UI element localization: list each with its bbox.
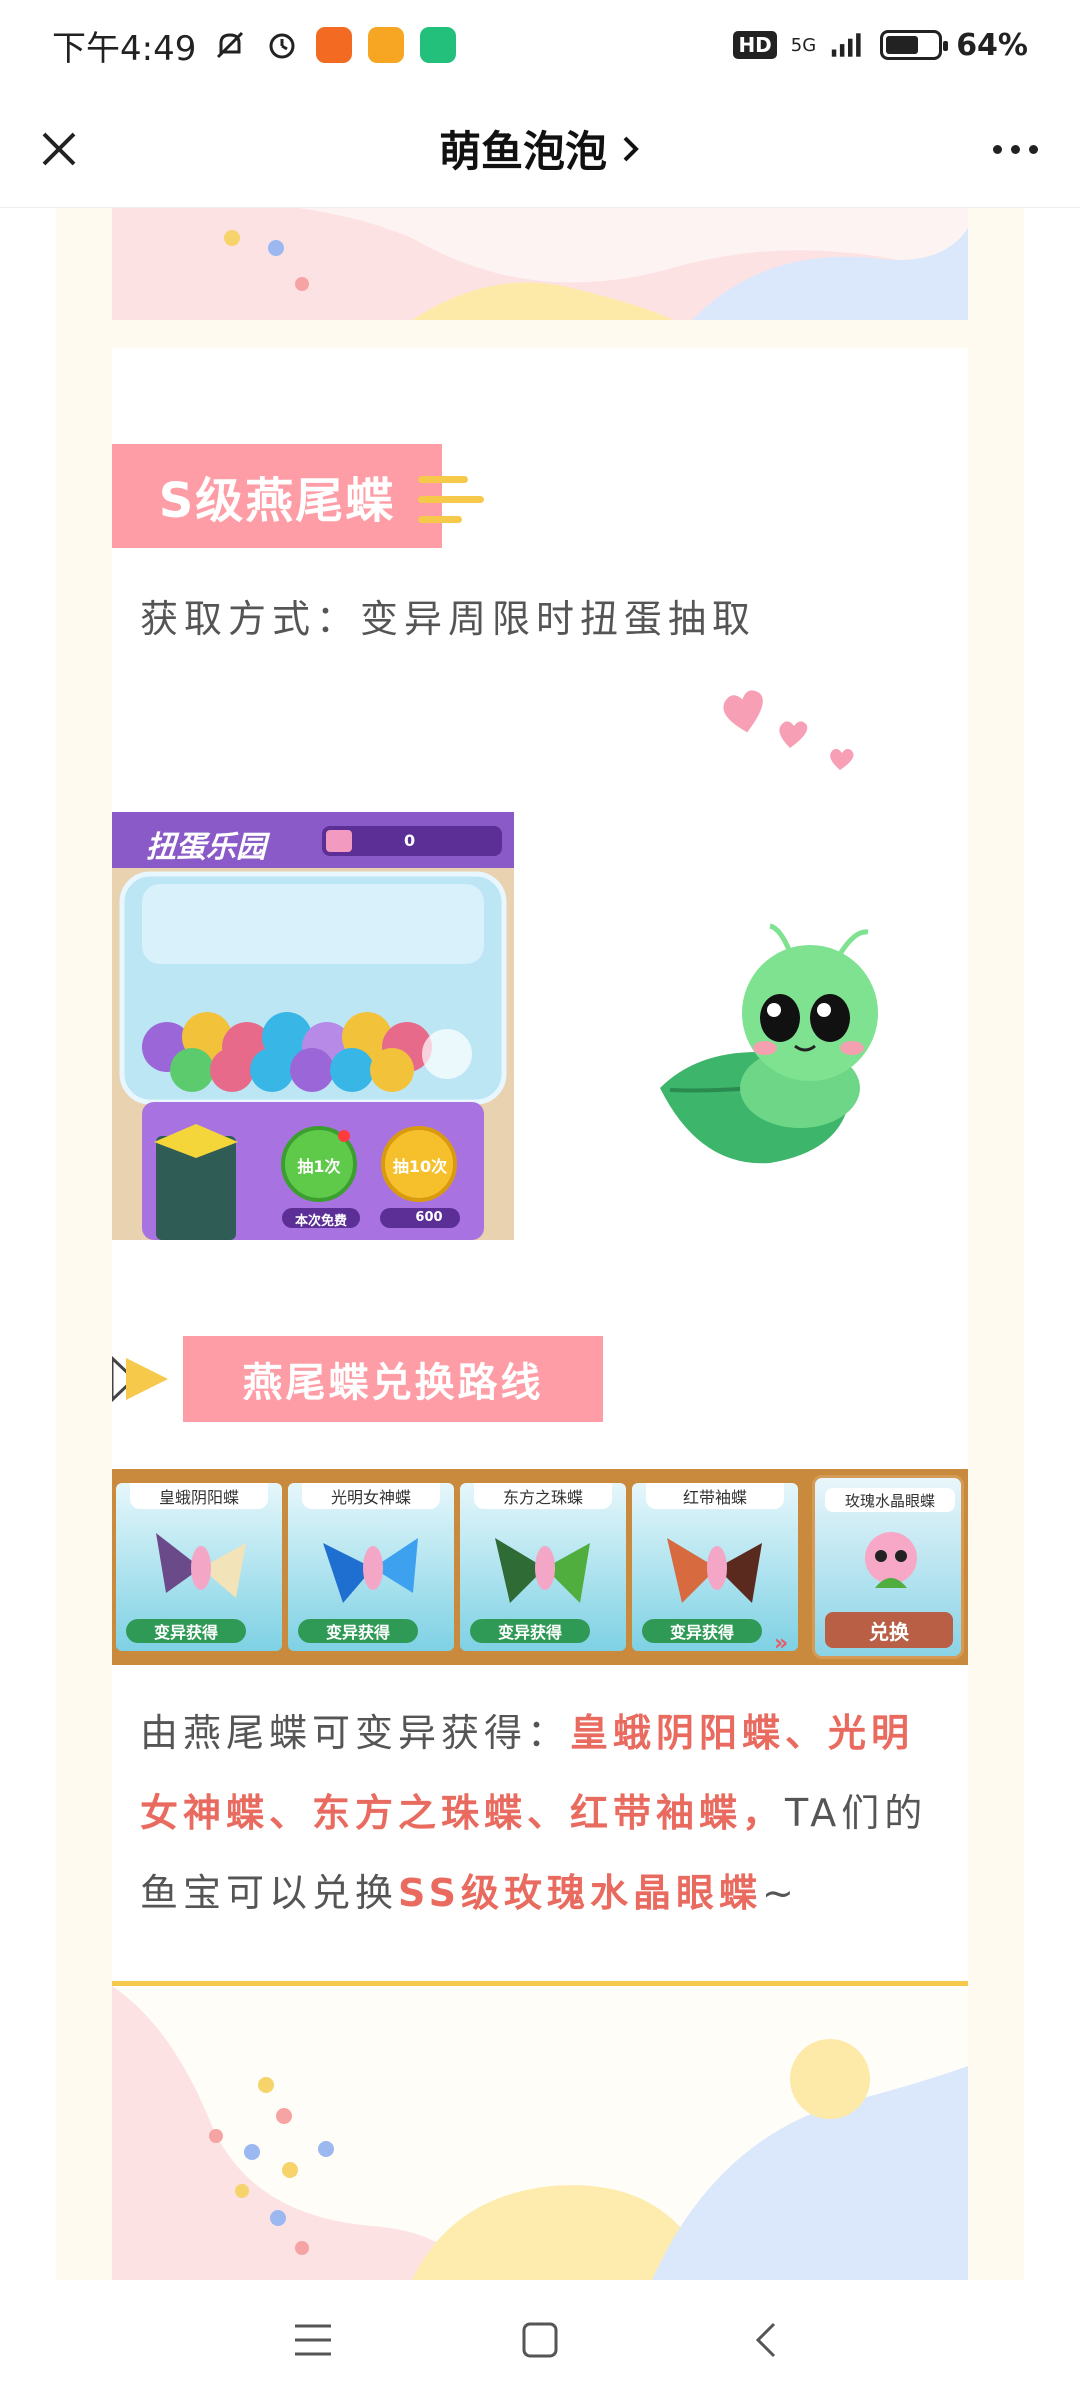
description-text: 由燕尾蝶可变异获得：皇蛾阴阳蝶、光明女神蝶、东方之珠蝶、红带袖蝶，TA们的鱼宝可… [140,1711,928,1915]
hd-icon: HD [733,31,777,59]
decorative-banner-top [112,208,968,320]
app-notification-icon [420,27,457,63]
draw-ten-label: 抽10次 [392,1157,448,1176]
alarm-icon [264,27,300,63]
route-title-badge: 燕尾蝶兑换路线 [183,1336,603,1422]
home-icon [522,2322,558,2358]
close-icon [42,132,76,166]
chevron-right-icon [623,136,639,161]
exchange-route-image: 皇蛾阴阳蝶 变异获得 光明女神蝶 变异获得 东方之珠蝶 变异获得 红带袖蝶 变异… [112,1469,968,1665]
battery-icon [880,30,949,60]
mute-bell-icon [212,27,248,63]
page-title: 萌鱼泡泡 [438,127,607,176]
route-item: 皇蛾阴阳蝶 变异获得 [116,1483,282,1651]
title-bar: 萌鱼泡泡 [0,90,1080,208]
gacha-counter: 0 [404,831,416,850]
badge-decoration [418,470,484,530]
route-item: 光明女神蝶 变异获得 [288,1483,454,1651]
back-button[interactable] [737,2310,797,2370]
decorative-banner-bottom [112,1986,968,2280]
hearts-decoration [710,688,870,778]
caterpillar-mascot [650,918,900,1178]
system-nav-bar [0,2280,1080,2400]
menu-button[interactable] [283,2310,343,2370]
more-button[interactable] [980,120,1050,178]
battery-level [886,36,919,54]
gacha-price: 600 [415,1210,443,1225]
free-label: 本次免费 [294,1214,347,1229]
highlight-reward: SS级玫瑰水晶眼蝶 [398,1871,763,1915]
gacha-screenshot: 扭蛋乐园 0 抽1次 抽10次 本次免费 600 [112,812,514,1240]
route-item: 红带袖蝶 变异获得 [632,1483,798,1651]
chevrons-right-icon: » [774,1631,789,1656]
menu-icon [295,2324,332,2356]
gacha-title: 扭蛋乐园 [146,830,266,865]
arrow-icon [110,1354,174,1404]
back-icon [755,2322,775,2358]
status-time: 下午4:49 [52,28,197,69]
section-title-badge: S级燕尾蝶 [112,444,442,548]
article-content[interactable]: S级燕尾蝶 获取方式：变异周限时扭蛋抽取 扭蛋乐园 0 抽1次 抽10次 本次免… [0,208,1080,2280]
app-notification-icon [316,27,353,63]
network-label: 5G [790,34,817,56]
battery-percent: 64% [956,27,1028,63]
acquisition-method: 获取方式：变异周限时扭蛋抽取 [140,597,757,641]
draw-once-label: 抽1次 [297,1157,341,1176]
route-item: 东方之珠蝶 变异获得 [460,1483,626,1651]
signal-icon [830,27,866,63]
close-button[interactable] [30,120,88,178]
page-title-link[interactable]: 萌鱼泡泡 [439,118,641,179]
status-bar: 下午4:49 HD 5G 64% [0,0,1080,90]
exchange-target-card: 玫瑰水晶眼蝶 兑换 [812,1475,964,1659]
app-notification-icon [368,27,405,63]
home-button[interactable] [510,2310,570,2370]
more-icon [992,144,1002,154]
